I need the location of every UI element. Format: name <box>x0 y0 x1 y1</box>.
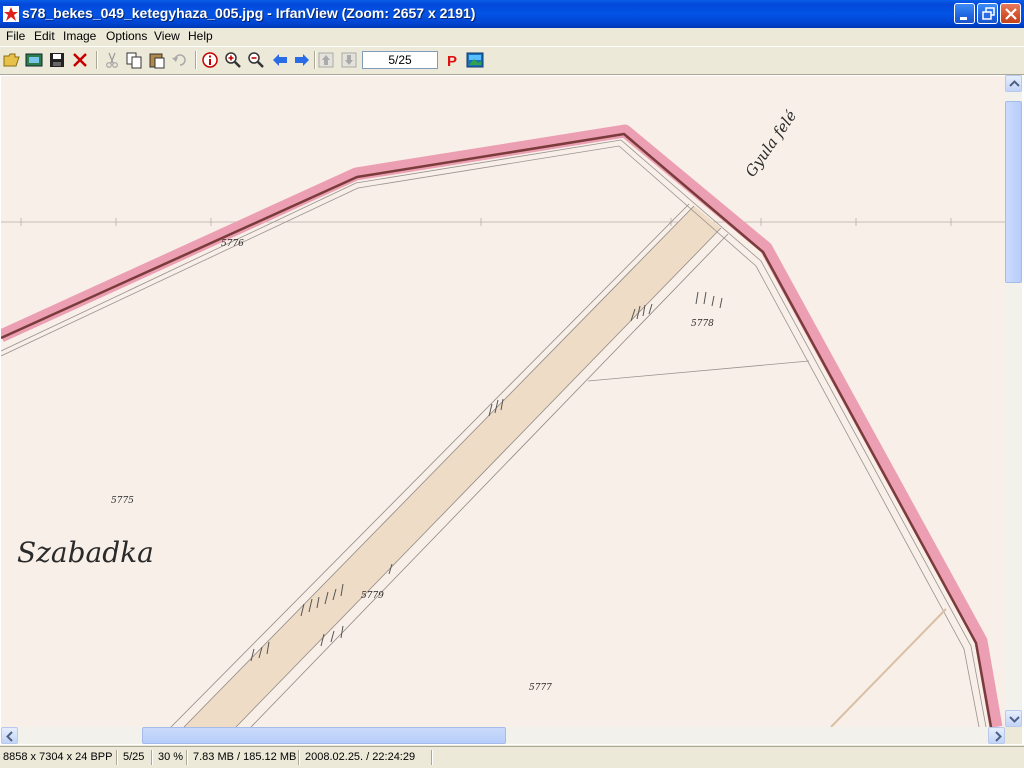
chevron-left-icon <box>6 731 13 742</box>
zoom-in-icon[interactable] <box>224 51 242 69</box>
parcel-label: 5776 <box>221 239 244 249</box>
image-viewport[interactable]: 5778 5775 5777 5779 5776 Szabadka Gyula … <box>0 74 1024 745</box>
next-arrow-icon[interactable] <box>293 51 311 69</box>
scroll-up-button[interactable] <box>1005 75 1022 92</box>
delete-icon[interactable] <box>71 51 89 69</box>
status-zoom: 30 % <box>158 751 184 763</box>
status-datetime: 2008.02.25. / 22:24:29 <box>305 751 416 763</box>
scroll-down-button[interactable] <box>1005 710 1022 727</box>
paste-icon[interactable] <box>148 51 166 69</box>
parcel-label: 5779 <box>361 591 384 601</box>
parcel-label: 5777 <box>529 683 552 693</box>
place-label: Szabadka <box>17 536 154 569</box>
menu-edit[interactable]: Edit <box>34 29 55 43</box>
status-divider <box>116 750 118 765</box>
title-bar[interactable]: s78_bekes_049_ketegyhaza_005.jpg - Irfan… <box>0 0 1024 28</box>
close-button[interactable] <box>1000 3 1021 24</box>
image-icon[interactable] <box>466 51 484 69</box>
svg-text:P: P <box>447 53 457 69</box>
status-divider <box>298 750 300 765</box>
status-divider <box>151 750 153 765</box>
save-icon[interactable] <box>48 51 66 69</box>
info-icon[interactable] <box>201 51 219 69</box>
menu-image[interactable]: Image <box>63 29 96 43</box>
cut-icon[interactable] <box>103 51 121 69</box>
scrollbar-corner <box>1005 727 1022 744</box>
cadastral-map: 5778 5775 5777 5779 5776 Szabadka Gyula … <box>1 76 1006 727</box>
print-icon[interactable]: P <box>443 51 461 69</box>
status-divider <box>186 750 188 765</box>
toolbar-separator <box>314 51 316 69</box>
parcel-label: 5775 <box>111 496 134 506</box>
vertical-scrollbar[interactable] <box>1005 75 1022 727</box>
chevron-down-icon <box>1009 716 1020 723</box>
horizontal-scroll-thumb[interactable] <box>142 727 506 744</box>
horizontal-scrollbar[interactable] <box>1 727 1005 744</box>
scroll-right-button[interactable] <box>988 727 1005 744</box>
menu-file[interactable]: File <box>6 29 25 43</box>
undo-icon[interactable] <box>171 51 189 69</box>
close-icon <box>1005 8 1017 20</box>
irfanview-app-icon <box>3 6 19 22</box>
menu-bar: File Edit Image Options View Help <box>0 28 1024 46</box>
chevron-right-icon <box>995 731 1002 742</box>
zoom-out-icon[interactable] <box>247 51 265 69</box>
window-title: s78_bekes_049_ketegyhaza_005.jpg - Irfan… <box>22 5 476 21</box>
minimize-button[interactable] <box>954 3 975 24</box>
chevron-up-icon <box>1009 80 1020 87</box>
status-memory: 7.83 MB / 185.12 MB <box>193 751 297 763</box>
restore-button[interactable] <box>977 3 998 24</box>
status-dimensions: 8858 x 7304 x 24 BPP <box>3 751 113 763</box>
page-number-field[interactable]: 5/25 <box>362 51 438 69</box>
minimize-icon <box>960 17 967 20</box>
down-icon[interactable] <box>340 51 358 69</box>
status-divider <box>431 750 433 765</box>
restore-icon <box>982 7 995 20</box>
up-icon[interactable] <box>317 51 335 69</box>
toolbar-separator <box>195 51 197 69</box>
toolbar: 5/25 P <box>0 46 1024 74</box>
previous-arrow-icon[interactable] <box>271 51 289 69</box>
scroll-left-button[interactable] <box>1 727 18 744</box>
menu-view[interactable]: View <box>154 29 180 43</box>
menu-options[interactable]: Options <box>106 29 147 43</box>
open-folder-icon[interactable] <box>3 51 21 69</box>
status-page: 5/25 <box>123 751 145 763</box>
status-bar: 8858 x 7304 x 24 BPP 5/25 30 % 7.83 MB /… <box>0 746 1024 768</box>
copy-icon[interactable] <box>125 51 143 69</box>
menu-help[interactable]: Help <box>188 29 213 43</box>
slideshow-icon[interactable] <box>25 51 43 69</box>
parcel-label: 5778 <box>691 319 714 329</box>
vertical-scroll-thumb[interactable] <box>1005 101 1022 283</box>
toolbar-separator <box>96 51 98 69</box>
